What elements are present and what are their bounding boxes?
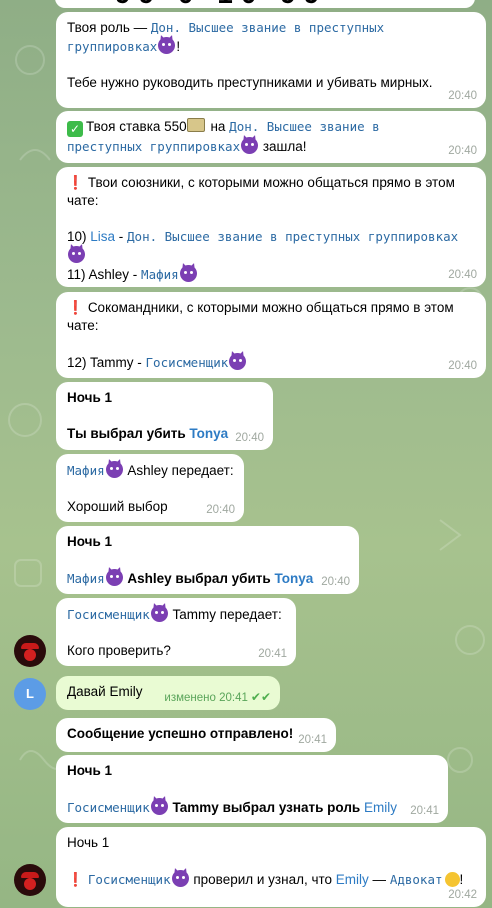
devil-emoji-icon	[171, 870, 189, 887]
message-teammates[interactable]: ❗ Сокомандники, с которыми можно общаться…	[56, 292, 486, 378]
smile-emoji-icon	[444, 872, 460, 887]
devil-emoji-icon	[105, 461, 123, 478]
message-sheriff-relay[interactable]: Госисменщик Tammy передает: Кого провери…	[56, 598, 296, 666]
devil-emoji-icon	[105, 569, 123, 586]
timestamp: 20:41	[298, 734, 327, 746]
sender-avatar[interactable]	[14, 864, 46, 896]
check-mark-icon: ✓	[67, 121, 83, 137]
devil-emoji-icon	[229, 353, 247, 370]
money-icon	[186, 118, 205, 132]
player-link[interactable]: Emily	[336, 872, 369, 887]
message-night-kill[interactable]: Ночь 1 Ты выбрал убить Tonya 20:40	[56, 382, 273, 450]
timestamp: 20:40	[321, 576, 350, 588]
devil-emoji-icon	[150, 605, 168, 622]
player-link[interactable]: Tonya	[189, 426, 228, 441]
devil-emoji-icon	[150, 798, 168, 815]
user-avatar[interactable]: L	[14, 678, 46, 710]
message-sheriff-check[interactable]: Ночь 1 Госисменщик Tammy выбрал узнать р…	[56, 755, 448, 823]
timestamp: 20:40	[235, 432, 264, 444]
timestamp: 20:40	[448, 145, 477, 157]
message-allies[interactable]: ❗ Твои союзники, с которыми можно общатьс…	[56, 167, 486, 287]
devil-emoji-icon	[241, 137, 259, 154]
timestamp: изменено 20:41	[164, 692, 248, 704]
message-mafia-kill[interactable]: Ночь 1 Мафия Ashley выбрал убить Tonya 2…	[56, 526, 359, 594]
double-check-icon: ✔✔	[250, 690, 271, 704]
message-role[interactable]: Твоя роль — Дон. Высшее звание в преступ…	[56, 12, 486, 108]
player-link[interactable]: Emily	[364, 800, 397, 815]
devil-emoji-icon	[158, 37, 176, 54]
timestamp: 20:42	[448, 889, 477, 901]
exclamation-icon: ❗	[67, 300, 84, 315]
devil-emoji-icon	[68, 246, 85, 263]
devil-emoji-icon	[179, 265, 197, 282]
role-text: Дон. Высшее звание в преступных	[150, 20, 385, 35]
player-link[interactable]: Tonya	[274, 571, 313, 586]
message-outgoing[interactable]: Давай Emily изменено 20:41 ✔✔	[56, 676, 280, 710]
timestamp: 20:40	[448, 90, 477, 102]
message-mafia-relay[interactable]: Мафия Ashley передает: Хороший выбор 20:…	[56, 454, 244, 522]
message-bet[interactable]: ✓ Твоя ставка 550 на Дон. Высшее звание в…	[56, 111, 486, 163]
timestamp: 20:41	[258, 648, 287, 660]
message-check-result[interactable]: Ночь 1 ❗ Госисменщик проверил и узнал, чт…	[56, 827, 486, 907]
cut-message-fragment: 99 0 10 99	[55, 0, 475, 8]
timestamp: 20:41	[410, 805, 439, 817]
message-sent-confirmation[interactable]: Сообщение успешно отправлено! 20:41	[56, 718, 336, 752]
timestamp: 20:40	[448, 360, 477, 372]
timestamp: 20:40	[206, 504, 235, 516]
player-link[interactable]: Lisa	[90, 229, 115, 244]
timestamp: 20:40	[448, 269, 477, 281]
sender-avatar[interactable]	[14, 635, 46, 667]
exclamation-icon: ❗	[67, 872, 84, 887]
exclamation-icon: ❗	[67, 175, 84, 190]
role-description: Тебе нужно руководить преступниками и уб…	[67, 75, 433, 90]
